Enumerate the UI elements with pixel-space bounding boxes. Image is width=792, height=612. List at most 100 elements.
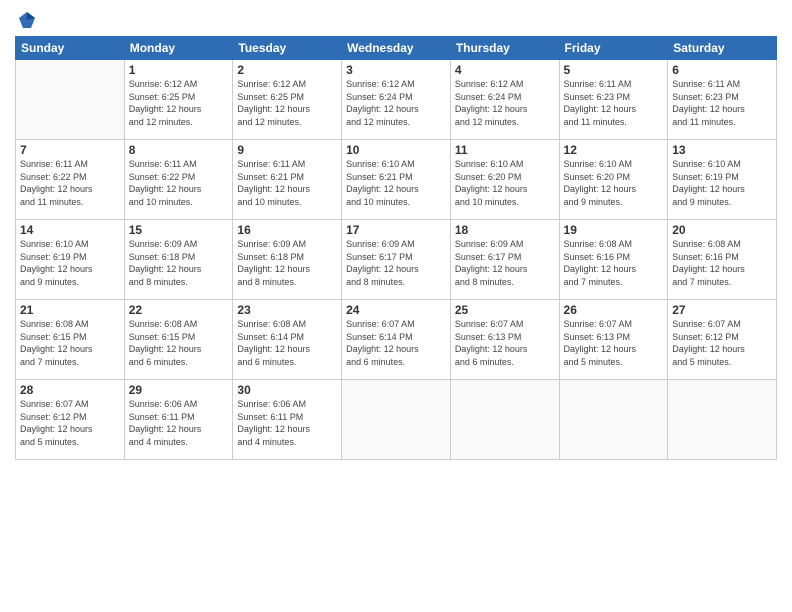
calendar-cell: 23Sunrise: 6:08 AM Sunset: 6:14 PM Dayli… bbox=[233, 300, 342, 380]
day-number: 30 bbox=[237, 383, 337, 397]
day-info: Sunrise: 6:12 AM Sunset: 6:24 PM Dayligh… bbox=[346, 78, 446, 128]
day-number: 5 bbox=[564, 63, 664, 77]
day-header-monday: Monday bbox=[124, 37, 233, 60]
calendar-cell: 7Sunrise: 6:11 AM Sunset: 6:22 PM Daylig… bbox=[16, 140, 125, 220]
calendar-cell: 20Sunrise: 6:08 AM Sunset: 6:16 PM Dayli… bbox=[668, 220, 777, 300]
logo bbox=[15, 10, 37, 28]
day-number: 17 bbox=[346, 223, 446, 237]
day-info: Sunrise: 6:09 AM Sunset: 6:17 PM Dayligh… bbox=[346, 238, 446, 288]
day-number: 6 bbox=[672, 63, 772, 77]
day-number: 8 bbox=[129, 143, 229, 157]
calendar-cell: 25Sunrise: 6:07 AM Sunset: 6:13 PM Dayli… bbox=[450, 300, 559, 380]
calendar-page: SundayMondayTuesdayWednesdayThursdayFrid… bbox=[0, 0, 792, 612]
calendar-cell: 10Sunrise: 6:10 AM Sunset: 6:21 PM Dayli… bbox=[342, 140, 451, 220]
logo-general bbox=[15, 10, 37, 30]
day-number: 4 bbox=[455, 63, 555, 77]
day-info: Sunrise: 6:07 AM Sunset: 6:13 PM Dayligh… bbox=[455, 318, 555, 368]
day-info: Sunrise: 6:10 AM Sunset: 6:19 PM Dayligh… bbox=[672, 158, 772, 208]
day-header-saturday: Saturday bbox=[668, 37, 777, 60]
calendar-cell: 11Sunrise: 6:10 AM Sunset: 6:20 PM Dayli… bbox=[450, 140, 559, 220]
day-info: Sunrise: 6:06 AM Sunset: 6:11 PM Dayligh… bbox=[129, 398, 229, 448]
calendar-cell: 17Sunrise: 6:09 AM Sunset: 6:17 PM Dayli… bbox=[342, 220, 451, 300]
day-number: 3 bbox=[346, 63, 446, 77]
day-number: 15 bbox=[129, 223, 229, 237]
day-number: 23 bbox=[237, 303, 337, 317]
calendar-cell: 5Sunrise: 6:11 AM Sunset: 6:23 PM Daylig… bbox=[559, 60, 668, 140]
day-info: Sunrise: 6:10 AM Sunset: 6:20 PM Dayligh… bbox=[564, 158, 664, 208]
day-number: 27 bbox=[672, 303, 772, 317]
day-info: Sunrise: 6:09 AM Sunset: 6:17 PM Dayligh… bbox=[455, 238, 555, 288]
day-number: 16 bbox=[237, 223, 337, 237]
calendar-cell: 29Sunrise: 6:06 AM Sunset: 6:11 PM Dayli… bbox=[124, 380, 233, 460]
day-info: Sunrise: 6:11 AM Sunset: 6:23 PM Dayligh… bbox=[672, 78, 772, 128]
day-info: Sunrise: 6:10 AM Sunset: 6:21 PM Dayligh… bbox=[346, 158, 446, 208]
calendar-cell: 21Sunrise: 6:08 AM Sunset: 6:15 PM Dayli… bbox=[16, 300, 125, 380]
week-row-5: 28Sunrise: 6:07 AM Sunset: 6:12 PM Dayli… bbox=[16, 380, 777, 460]
day-number: 26 bbox=[564, 303, 664, 317]
day-number: 2 bbox=[237, 63, 337, 77]
calendar-cell: 22Sunrise: 6:08 AM Sunset: 6:15 PM Dayli… bbox=[124, 300, 233, 380]
calendar-cell bbox=[559, 380, 668, 460]
calendar-cell bbox=[342, 380, 451, 460]
day-info: Sunrise: 6:11 AM Sunset: 6:22 PM Dayligh… bbox=[20, 158, 120, 208]
day-number: 13 bbox=[672, 143, 772, 157]
day-number: 25 bbox=[455, 303, 555, 317]
day-info: Sunrise: 6:07 AM Sunset: 6:14 PM Dayligh… bbox=[346, 318, 446, 368]
calendar-cell: 9Sunrise: 6:11 AM Sunset: 6:21 PM Daylig… bbox=[233, 140, 342, 220]
day-info: Sunrise: 6:06 AM Sunset: 6:11 PM Dayligh… bbox=[237, 398, 337, 448]
calendar-cell bbox=[668, 380, 777, 460]
calendar-cell: 12Sunrise: 6:10 AM Sunset: 6:20 PM Dayli… bbox=[559, 140, 668, 220]
day-number: 14 bbox=[20, 223, 120, 237]
day-header-wednesday: Wednesday bbox=[342, 37, 451, 60]
week-row-3: 14Sunrise: 6:10 AM Sunset: 6:19 PM Dayli… bbox=[16, 220, 777, 300]
calendar-cell: 30Sunrise: 6:06 AM Sunset: 6:11 PM Dayli… bbox=[233, 380, 342, 460]
day-header-tuesday: Tuesday bbox=[233, 37, 342, 60]
week-row-4: 21Sunrise: 6:08 AM Sunset: 6:15 PM Dayli… bbox=[16, 300, 777, 380]
day-number: 7 bbox=[20, 143, 120, 157]
calendar-cell: 3Sunrise: 6:12 AM Sunset: 6:24 PM Daylig… bbox=[342, 60, 451, 140]
calendar-cell: 26Sunrise: 6:07 AM Sunset: 6:13 PM Dayli… bbox=[559, 300, 668, 380]
day-info: Sunrise: 6:08 AM Sunset: 6:15 PM Dayligh… bbox=[20, 318, 120, 368]
day-number: 21 bbox=[20, 303, 120, 317]
calendar-cell: 1Sunrise: 6:12 AM Sunset: 6:25 PM Daylig… bbox=[124, 60, 233, 140]
day-info: Sunrise: 6:08 AM Sunset: 6:16 PM Dayligh… bbox=[672, 238, 772, 288]
calendar-cell: 19Sunrise: 6:08 AM Sunset: 6:16 PM Dayli… bbox=[559, 220, 668, 300]
calendar-cell: 18Sunrise: 6:09 AM Sunset: 6:17 PM Dayli… bbox=[450, 220, 559, 300]
calendar-cell: 24Sunrise: 6:07 AM Sunset: 6:14 PM Dayli… bbox=[342, 300, 451, 380]
day-info: Sunrise: 6:08 AM Sunset: 6:14 PM Dayligh… bbox=[237, 318, 337, 368]
day-number: 11 bbox=[455, 143, 555, 157]
day-info: Sunrise: 6:12 AM Sunset: 6:25 PM Dayligh… bbox=[237, 78, 337, 128]
day-number: 28 bbox=[20, 383, 120, 397]
calendar-cell: 27Sunrise: 6:07 AM Sunset: 6:12 PM Dayli… bbox=[668, 300, 777, 380]
header bbox=[15, 10, 777, 28]
day-number: 19 bbox=[564, 223, 664, 237]
day-number: 20 bbox=[672, 223, 772, 237]
day-info: Sunrise: 6:11 AM Sunset: 6:22 PM Dayligh… bbox=[129, 158, 229, 208]
day-header-sunday: Sunday bbox=[16, 37, 125, 60]
week-row-1: 1 Sunrise: 6:12 AM Sunset: 6:25 PM Daylig… bbox=[16, 60, 777, 140]
calendar-cell: 15Sunrise: 6:09 AM Sunset: 6:18 PM Dayli… bbox=[124, 220, 233, 300]
day-info: Sunrise: 6:11 AM Sunset: 6:23 PM Dayligh… bbox=[564, 78, 664, 128]
calendar-cell: 8Sunrise: 6:11 AM Sunset: 6:22 PM Daylig… bbox=[124, 140, 233, 220]
day-info: Sunrise: 6:08 AM Sunset: 6:16 PM Dayligh… bbox=[564, 238, 664, 288]
day-header-friday: Friday bbox=[559, 37, 668, 60]
day-number: 29 bbox=[129, 383, 229, 397]
day-info: Sunrise: 6:09 AM Sunset: 6:18 PM Dayligh… bbox=[237, 238, 337, 288]
calendar-table: SundayMondayTuesdayWednesdayThursdayFrid… bbox=[15, 36, 777, 460]
calendar-cell: 14Sunrise: 6:10 AM Sunset: 6:19 PM Dayli… bbox=[16, 220, 125, 300]
day-info: Sunrise: 6:10 AM Sunset: 6:20 PM Dayligh… bbox=[455, 158, 555, 208]
day-info: Sunrise: 6:11 AM Sunset: 6:21 PM Dayligh… bbox=[237, 158, 337, 208]
day-number: 9 bbox=[237, 143, 337, 157]
day-number: 10 bbox=[346, 143, 446, 157]
calendar-cell: 28Sunrise: 6:07 AM Sunset: 6:12 PM Dayli… bbox=[16, 380, 125, 460]
day-info: Sunrise: 6:10 AM Sunset: 6:19 PM Dayligh… bbox=[20, 238, 120, 288]
calendar-cell: 2Sunrise: 6:12 AM Sunset: 6:25 PM Daylig… bbox=[233, 60, 342, 140]
calendar-cell bbox=[16, 60, 125, 140]
day-info: Sunrise: 6:12 AM Sunset: 6:24 PM Dayligh… bbox=[455, 78, 555, 128]
day-info: Sunrise: 6:07 AM Sunset: 6:12 PM Dayligh… bbox=[20, 398, 120, 448]
day-number: 22 bbox=[129, 303, 229, 317]
week-row-2: 7Sunrise: 6:11 AM Sunset: 6:22 PM Daylig… bbox=[16, 140, 777, 220]
calendar-cell: 16Sunrise: 6:09 AM Sunset: 6:18 PM Dayli… bbox=[233, 220, 342, 300]
calendar-cell: 6Sunrise: 6:11 AM Sunset: 6:23 PM Daylig… bbox=[668, 60, 777, 140]
day-number: 1 bbox=[129, 63, 229, 77]
